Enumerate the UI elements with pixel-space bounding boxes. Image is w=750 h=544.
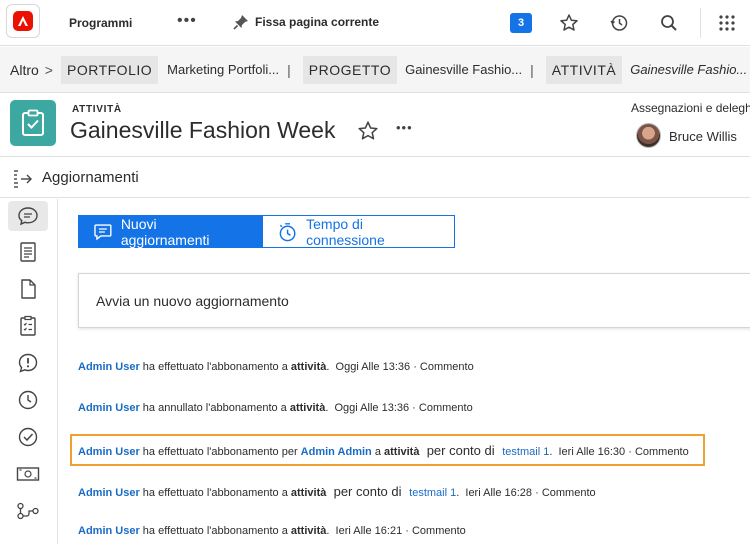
new-update-input[interactable]: Avvia un nuovo aggiornamento bbox=[78, 273, 750, 328]
object-type-label: ATTIVITÀ bbox=[72, 104, 122, 115]
breadcrumb-project-link[interactable]: Gainesville Fashio... bbox=[405, 62, 522, 77]
feed-timestamp: . Ieri Alle 16:21 · bbox=[326, 525, 412, 537]
check-circle-icon[interactable] bbox=[14, 423, 42, 451]
more-menu-button[interactable]: ••• bbox=[177, 12, 197, 30]
object-label: attività bbox=[290, 487, 327, 499]
feed-text: ha effettuato l'abbonamento a bbox=[139, 487, 291, 499]
pin-page-label: Fissa pagina corrente bbox=[255, 15, 380, 29]
left-nav bbox=[0, 199, 58, 544]
comment-link[interactable]: Commento bbox=[419, 402, 473, 414]
feed-text: ha effettuato l'abbonamento a bbox=[139, 525, 291, 537]
user-link[interactable]: Admin User bbox=[78, 361, 140, 373]
feed-text: a bbox=[371, 446, 384, 458]
breadcrumb-type-project: PROGETTO bbox=[302, 55, 398, 84]
feed-timestamp: . Oggi Alle 13:36 · bbox=[326, 361, 420, 373]
breadcrumb: Altro > PORTFOLIO Marketing Portfoli... … bbox=[0, 47, 750, 93]
object-header: ATTIVITÀ Gainesville Fashion Week ••• As… bbox=[0, 94, 750, 157]
money-icon[interactable] bbox=[14, 460, 42, 488]
list-item: Admin User ha annullato l'abbonamento a … bbox=[78, 402, 473, 414]
object-label: attività bbox=[384, 446, 420, 458]
list-item: Admin User ha effettuato l'abbonamento a… bbox=[78, 361, 474, 373]
user-link[interactable]: Admin User bbox=[78, 446, 140, 458]
user-link[interactable]: Admin User bbox=[78, 525, 140, 537]
object-label: attività bbox=[289, 402, 326, 414]
comment-link[interactable]: Commento bbox=[420, 361, 474, 373]
updates-list-icon[interactable] bbox=[12, 168, 34, 188]
avatar[interactable] bbox=[636, 123, 661, 148]
breadcrumb-task-current: Gainesville Fashio... bbox=[630, 62, 748, 77]
object-label: attività bbox=[290, 525, 327, 537]
breadcrumb-divider: | bbox=[287, 61, 291, 78]
feed-behalf-text: per conto di bbox=[326, 484, 406, 499]
updates-section-header: Aggiornamenti bbox=[0, 158, 750, 198]
notifications-badge[interactable]: 3 bbox=[510, 13, 532, 33]
programs-menu[interactable]: Programmi bbox=[69, 16, 132, 30]
tab-new-updates-label: Nuovi aggiornamenti bbox=[120, 215, 210, 248]
object-label: attività bbox=[290, 361, 327, 373]
updates-panel: Nuovi aggiornamenti Tempo di connessione… bbox=[59, 199, 750, 544]
list-item: Admin User ha effettuato l'abbonamento a… bbox=[78, 484, 596, 499]
tab-connection-time[interactable]: Tempo di connessione bbox=[263, 215, 455, 248]
apps-grid-icon[interactable] bbox=[716, 12, 738, 34]
issue-icon[interactable] bbox=[14, 349, 42, 377]
pin-icon bbox=[233, 15, 248, 30]
comment-link[interactable]: Commento bbox=[542, 487, 596, 499]
checklist-icon[interactable] bbox=[14, 312, 42, 340]
divider bbox=[700, 8, 701, 38]
breadcrumb-more[interactable]: Altro bbox=[10, 62, 39, 78]
feed-timestamp: . Oggi Alle 13:36 · bbox=[325, 402, 419, 414]
comment-link[interactable]: Commento bbox=[412, 525, 466, 537]
workflow-icon[interactable] bbox=[14, 497, 42, 525]
document-icon[interactable] bbox=[14, 238, 42, 266]
clock-icon[interactable] bbox=[14, 386, 42, 414]
feed-timestamp: . Ieri Alle 16:30 · bbox=[549, 446, 635, 458]
user-link[interactable]: Admin Admin bbox=[301, 446, 372, 458]
assignee-name[interactable]: Bruce Willis bbox=[669, 129, 737, 144]
tab-connection-time-label: Tempo di connessione bbox=[306, 215, 385, 248]
pin-page-button[interactable]: Fissa pagina corrente bbox=[232, 13, 379, 31]
breadcrumb-more-separator: > bbox=[44, 61, 53, 78]
tab-new-updates[interactable]: Nuovi aggiornamenti bbox=[78, 215, 263, 248]
comment-link[interactable]: Commento bbox=[635, 446, 689, 458]
file-icon[interactable] bbox=[14, 275, 42, 303]
feed-text: ha annullato l'abbonamento a bbox=[139, 402, 290, 414]
star-icon[interactable] bbox=[357, 120, 379, 147]
task-clipboard-icon bbox=[10, 100, 56, 146]
feed-behalf-text: per conto di bbox=[419, 443, 499, 458]
updates-title: Aggiornamenti bbox=[42, 169, 139, 186]
feed-text: ha effettuato l'abbonamento a bbox=[139, 361, 291, 373]
behalf-user-link[interactable]: testmail 1 bbox=[409, 487, 456, 499]
breadcrumb-divider: | bbox=[530, 61, 534, 78]
breadcrumb-type-portfolio: PORTFOLIO bbox=[60, 55, 159, 84]
assignments-label: Assegnazioni e deleghe bbox=[631, 101, 750, 115]
user-link[interactable]: Admin User bbox=[78, 487, 140, 499]
object-more-button[interactable]: ••• bbox=[396, 120, 413, 135]
timer-icon bbox=[279, 222, 296, 241]
breadcrumb-type-task: ATTIVITÀ bbox=[545, 55, 623, 84]
user-link[interactable]: Admin User bbox=[78, 402, 140, 414]
more-nav-icon[interactable] bbox=[14, 534, 42, 544]
search-icon[interactable] bbox=[658, 12, 680, 34]
chat-bubble-icon bbox=[94, 223, 112, 240]
list-item: Admin User ha effettuato l'abbonamento p… bbox=[78, 443, 689, 458]
feed-text: ha effettuato l'abbonamento per bbox=[139, 446, 301, 458]
list-item: Admin User ha effettuato l'abbonamento a… bbox=[78, 525, 466, 537]
feed-timestamp: . Ieri Alle 16:28 · bbox=[456, 487, 542, 499]
adobe-logo-icon[interactable] bbox=[6, 4, 40, 38]
breadcrumb-portfolio-link[interactable]: Marketing Portfoli... bbox=[167, 62, 279, 77]
chat-bubble-icon[interactable] bbox=[14, 202, 42, 230]
updates-tabs: Nuovi aggiornamenti Tempo di connessione bbox=[78, 215, 455, 248]
behalf-user-link[interactable]: testmail 1 bbox=[502, 446, 549, 458]
top-bar: Programmi ••• Fissa pagina corrente 3 bbox=[0, 0, 750, 46]
history-icon[interactable] bbox=[608, 12, 630, 34]
star-icon[interactable] bbox=[558, 12, 580, 34]
page-title: Gainesville Fashion Week bbox=[70, 117, 336, 143]
